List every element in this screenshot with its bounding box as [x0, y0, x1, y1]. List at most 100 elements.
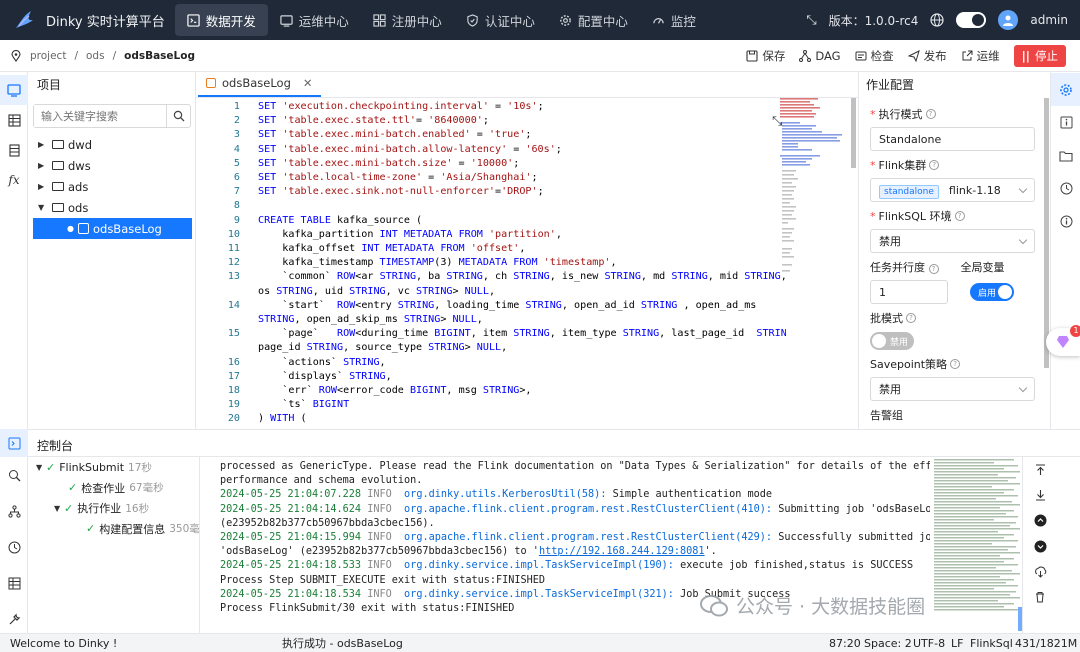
help-icon[interactable]: ?: [954, 211, 965, 221]
info-icon[interactable]: [1051, 106, 1080, 139]
settings-icon[interactable]: [1051, 73, 1080, 106]
folder-icon[interactable]: [1051, 139, 1080, 172]
status-language[interactable]: FlinkSql: [970, 637, 1013, 650]
crumb-project[interactable]: project: [30, 50, 66, 62]
nav-registry[interactable]: 注册中心: [361, 4, 454, 36]
search-button[interactable]: [166, 105, 190, 127]
nav-data-dev[interactable]: 数据开发: [174, 4, 268, 36]
caret-right-icon[interactable]: ▶: [38, 161, 48, 170]
history-icon[interactable]: [0, 529, 28, 565]
global-var-switch[interactable]: 启用: [970, 283, 1014, 301]
status-eol[interactable]: LF: [951, 637, 963, 650]
nav-ops-center[interactable]: 运维中心: [268, 4, 361, 36]
job-step[interactable]: ✓构建配置信息350毫秒: [28, 519, 199, 540]
log-line: 2024-05-25 21:04:18.533 INFO org.dinky.s…: [220, 560, 914, 572]
help-icon[interactable]: ?: [929, 160, 940, 170]
tree-folder-dwd[interactable]: ▶ dwd: [28, 134, 195, 155]
project-tree-icon[interactable]: [0, 75, 28, 105]
tree-folder-dws[interactable]: ▶ dws: [28, 155, 195, 176]
fullscreen-icon[interactable]: ⤡: [806, 13, 816, 28]
help-icon[interactable]: ?: [925, 109, 936, 119]
tree-folder-ods[interactable]: ▼ ods: [28, 197, 195, 218]
env-select[interactable]: 禁用: [870, 229, 1035, 253]
console-icon[interactable]: [0, 429, 28, 457]
status-cursor-pos[interactable]: 87:20: [829, 637, 861, 650]
download-icon[interactable]: [1023, 559, 1057, 585]
search-input[interactable]: [34, 105, 166, 127]
username[interactable]: admin: [1030, 13, 1068, 27]
caret-right-icon[interactable]: ▶: [38, 140, 48, 149]
status-indent[interactable]: Space: 2: [864, 637, 912, 650]
history-icon[interactable]: [1051, 172, 1080, 205]
lineage-icon[interactable]: [0, 493, 28, 529]
nav-auth[interactable]: 认证中心: [454, 4, 547, 36]
check-icon: ✓: [68, 481, 78, 495]
page-up-icon[interactable]: [1023, 508, 1057, 534]
search-box: [33, 104, 191, 128]
status-encoding[interactable]: UTF-8: [913, 637, 945, 650]
save-button[interactable]: 保存: [746, 48, 785, 64]
job-step[interactable]: ▼ ✓ 执行作业 16秒: [28, 498, 199, 519]
page-down-icon[interactable]: [1023, 534, 1057, 560]
code-area[interactable]: 1 SET 'execution.checkpointing.interval' …: [196, 98, 786, 429]
pause-icon: ||: [1021, 48, 1030, 63]
stop-button[interactable]: || 停止: [1013, 44, 1066, 67]
close-icon[interactable]: ✕: [303, 76, 313, 90]
caret-down-icon[interactable]: ▼: [54, 504, 64, 513]
tools-icon[interactable]: [0, 601, 28, 637]
publish-button[interactable]: 发布: [907, 48, 947, 64]
minimize-editor-icon[interactable]: ⤡: [772, 114, 782, 129]
clear-icon[interactable]: [1023, 585, 1057, 611]
editor-scrollbar[interactable]: [851, 98, 856, 168]
caret-down-icon[interactable]: ▼: [36, 463, 46, 472]
nav-label: 数据开发: [205, 13, 256, 29]
help-icon[interactable]: ?: [928, 264, 939, 274]
parallelism-row: 任务并行度 ? 全局变量: [859, 259, 1050, 275]
batch-switch[interactable]: 禁用: [870, 332, 914, 350]
assistant-bubble[interactable]: 1: [1046, 325, 1080, 356]
folder-open-icon: [52, 203, 64, 212]
flink-file-icon: [206, 78, 216, 88]
parallelism-input[interactable]: 1: [870, 280, 948, 304]
nav-label: 运维中心: [298, 13, 349, 29]
scroll-bottom-icon[interactable]: [1023, 483, 1057, 509]
tree-file-odsBaseLog[interactable]: ● odsBaseLog: [33, 218, 192, 239]
nav-monitor[interactable]: 监控: [640, 4, 708, 36]
job-step[interactable]: ✓ 检查作业 67毫秒: [28, 478, 199, 499]
flink-ui-link[interactable]: http://192.168.244.129:8081: [539, 546, 705, 557]
globe-icon[interactable]: [930, 13, 944, 27]
check-button[interactable]: 检查: [855, 48, 894, 64]
cluster-type-tag: standalone: [879, 184, 939, 199]
theme-toggle[interactable]: [956, 12, 987, 28]
search-icon[interactable]: [0, 457, 28, 493]
exec-mode-select[interactable]: Standalone: [870, 127, 1035, 151]
parallelism-controls: 1 启用: [859, 280, 1050, 304]
avatar[interactable]: [998, 10, 1019, 30]
editor-tab[interactable]: odsBaseLog ✕: [198, 71, 321, 97]
function-icon[interactable]: fx: [0, 165, 28, 195]
info-circle-icon[interactable]: [1051, 205, 1080, 238]
savepoint-select[interactable]: 禁用: [870, 377, 1035, 401]
nav-config[interactable]: 配置中心: [547, 4, 640, 36]
dag-button[interactable]: DAG: [799, 49, 841, 63]
table-result-icon[interactable]: [0, 565, 28, 601]
log-minimap[interactable]: [932, 457, 1022, 633]
tree-folder-ads[interactable]: ▶ ads: [28, 176, 195, 197]
catalog-icon[interactable]: [0, 135, 28, 165]
help-icon[interactable]: ?: [906, 313, 916, 323]
crumb-current: odsBaseLog: [124, 49, 195, 62]
table-icon[interactable]: [0, 105, 28, 135]
cluster-select[interactable]: standalone flink-1.18: [870, 178, 1035, 202]
job-step[interactable]: ▼ ✓ FlinkSubmit 17秒: [28, 457, 199, 478]
nav-label: 配置中心: [577, 13, 628, 29]
caret-right-icon[interactable]: ▶: [38, 182, 48, 191]
scroll-top-icon[interactable]: [1023, 457, 1057, 483]
code-line: ) WITH (: [258, 413, 307, 425]
config-scrollbar[interactable]: [1044, 98, 1049, 368]
crumb-ods[interactable]: ods: [86, 50, 105, 62]
help-icon[interactable]: ?: [950, 359, 961, 369]
ops-button[interactable]: 运维: [961, 48, 1000, 64]
caret-down-icon[interactable]: ▼: [38, 203, 48, 212]
dinky-logo[interactable]: [12, 7, 38, 33]
code-minimap[interactable]: [780, 98, 844, 298]
